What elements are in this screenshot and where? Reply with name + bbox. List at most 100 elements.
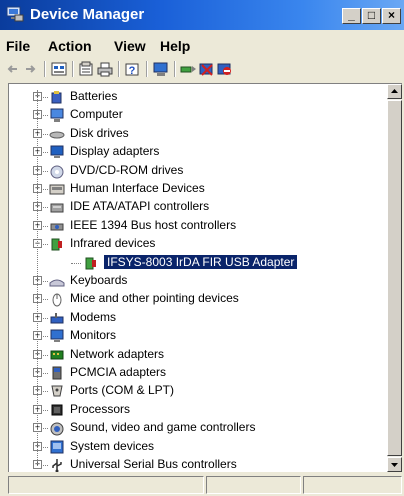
menu-help[interactable]: Help (160, 38, 190, 54)
tree-category-item[interactable]: + Human Interface Devices (9, 180, 383, 198)
category-label: Batteries (70, 89, 118, 103)
monitor-icon (49, 328, 65, 344)
tree-category-item[interactable]: + Ports (COM & LPT) (9, 382, 383, 400)
tree-connector (43, 465, 48, 466)
usb-icon (49, 457, 65, 472)
maximize-button[interactable]: □ (362, 8, 381, 24)
toolbar-separator (174, 61, 176, 77)
tree-connector (71, 262, 81, 264)
battery-icon (49, 89, 65, 105)
tree-category-item[interactable]: + DVD/CD-ROM drives (9, 162, 383, 180)
tree-connector (43, 133, 48, 135)
tree-category-item[interactable]: + Display adapters (9, 143, 383, 161)
tree-connector (43, 428, 48, 430)
infrared-icon (83, 255, 99, 271)
tree-category-item[interactable]: + Keyboards (9, 272, 383, 290)
scan-hardware-icon[interactable] (180, 61, 198, 77)
tree-child-item[interactable]: IFSYS-8003 IrDA FIR USB Adapter (9, 253, 383, 272)
tree-connector (43, 299, 48, 301)
status-bar (0, 473, 404, 496)
category-label: Monitors (70, 328, 117, 343)
tree-connector (43, 207, 48, 209)
display-icon (49, 144, 65, 160)
toolbar: ? (0, 58, 404, 82)
tree-category-item[interactable]: + Sound, video and game controllers (9, 419, 383, 437)
dvd-icon (49, 163, 65, 179)
category-label: DVD/CD-ROM drives (70, 162, 184, 177)
status-panel (303, 476, 402, 494)
processor-icon (49, 402, 65, 418)
tree-connector (43, 170, 48, 172)
toolbar-separator (72, 61, 74, 77)
category-label: Ports (COM & LPT) (70, 383, 175, 398)
tree-connector (43, 189, 48, 190)
category-label: Display adapters (70, 144, 160, 159)
window-title: Device Manager (30, 6, 145, 23)
tree-connector (43, 115, 48, 117)
properties-icon[interactable] (78, 61, 96, 77)
tree-connector (43, 336, 48, 338)
menu-action[interactable]: Action (48, 38, 92, 54)
tree-category-item[interactable]: + Network adapters (9, 346, 383, 364)
tree-category-item[interactable]: + Batteries (9, 88, 383, 106)
device-manager-icon (6, 6, 24, 22)
tree-category-item[interactable]: + PCMCIA adapters (9, 364, 383, 382)
tree-category-item[interactable]: + Processors (9, 401, 383, 419)
title-bar[interactable]: Device Manager _ □ × (0, 0, 404, 30)
tree-category-item[interactable]: − Infrared devices (9, 235, 383, 253)
category-label: Modems (70, 309, 117, 324)
tree-connector (43, 244, 48, 246)
close-button[interactable]: × (382, 8, 401, 24)
tree-trunk-line (37, 90, 38, 466)
device-tree[interactable]: + Batteries + Computer + Disk drives + Display … (8, 83, 402, 472)
scroll-up-button[interactable] (387, 84, 402, 99)
menu-file[interactable]: File (6, 38, 30, 54)
category-label: Network adapters (70, 346, 165, 361)
print-icon[interactable] (96, 61, 114, 77)
view-icon[interactable] (50, 61, 68, 77)
selected-device-label: IFSYS-8003 IrDA FIR USB Adapter (102, 253, 299, 270)
device-manager-window: Device Manager _ □ × File Action View He… (0, 0, 404, 496)
category-label: Mice and other pointing devices (70, 291, 239, 306)
forward-icon[interactable] (22, 61, 40, 77)
tree-category-item[interactable]: + System devices (9, 438, 383, 456)
category-label: IEEE 1394 Bus host controllers (70, 217, 237, 232)
back-icon[interactable] (4, 61, 22, 77)
category-label: Computer (70, 107, 123, 122)
category-label: Keyboards (70, 273, 128, 287)
tree-category-item[interactable]: + Mice and other pointing devices (9, 290, 383, 308)
tree-category-item[interactable]: + IDE ATA/ATAPI controllers (9, 198, 383, 216)
tree-category-item[interactable]: + Modems (9, 309, 383, 327)
category-label: Processors (70, 401, 131, 416)
tree-connector (43, 373, 48, 374)
computer-icon (49, 107, 65, 123)
scroll-thumb[interactable] (387, 100, 402, 456)
system-icon (49, 439, 65, 455)
svg-text:?: ? (129, 65, 136, 77)
tree-category-item[interactable]: + Universal Serial Bus controllers (9, 456, 383, 472)
category-label: Sound, video and game controllers (70, 420, 256, 435)
tree-category-item[interactable]: + Computer (9, 106, 383, 124)
tree-category-item[interactable]: + IEEE 1394 Bus host controllers (9, 217, 383, 235)
help-icon[interactable]: ? (124, 61, 142, 77)
pcmcia-icon (49, 365, 65, 381)
vertical-scrollbar[interactable] (387, 84, 402, 472)
disable-icon[interactable] (216, 61, 234, 77)
menu-view[interactable]: View (114, 38, 146, 54)
computer-icon[interactable] (152, 61, 170, 77)
tree-connector (43, 317, 48, 319)
category-label: Universal Serial Bus controllers (70, 457, 237, 471)
tree-connector (43, 446, 48, 448)
tree-connector (43, 409, 48, 411)
menu-bar: File Action View Help (0, 30, 404, 56)
toolbar-separator (44, 61, 46, 77)
tree-category-item[interactable]: + Monitors (9, 327, 383, 345)
uninstall-icon[interactable] (198, 61, 216, 77)
network-icon (49, 347, 65, 363)
category-label: Disk drives (70, 125, 129, 140)
status-panel (206, 476, 301, 494)
toolbar-separator (146, 61, 148, 77)
minimize-button[interactable]: _ (342, 8, 361, 24)
tree-category-item[interactable]: + Disk drives (9, 125, 383, 143)
scroll-down-button[interactable] (387, 457, 402, 472)
